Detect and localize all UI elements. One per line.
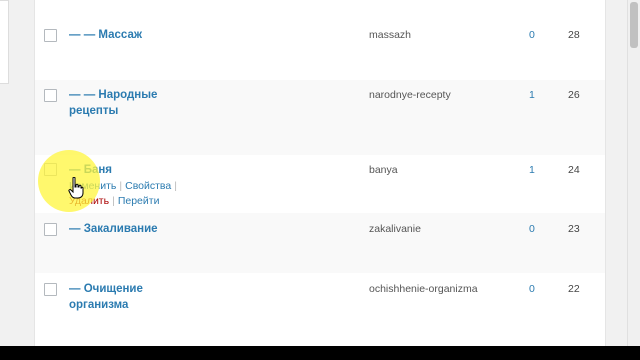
- row-checkbox[interactable]: [44, 223, 57, 236]
- categories-table: — — Массаж massazh 0 28 — — Народные рец…: [34, 0, 606, 346]
- row-checkbox[interactable]: [44, 283, 57, 296]
- category-slug: massazh: [369, 29, 412, 41]
- category-count-link[interactable]: 1: [529, 163, 535, 177]
- table-row: — Закаливание zakalivanie 0 23: [35, 213, 605, 273]
- category-id: 26: [568, 89, 580, 101]
- category-count-link[interactable]: 0: [529, 28, 535, 42]
- category-name-link[interactable]: — — Народные рецепты: [69, 87, 179, 119]
- vertical-scrollbar[interactable]: [627, 0, 640, 346]
- category-slug: banya: [369, 164, 398, 176]
- table-row: — Очищение организма ochishhenie-organiz…: [35, 273, 605, 346]
- view-link[interactable]: Перейти: [118, 195, 160, 207]
- category-id: 24: [568, 164, 580, 176]
- category-slug: zakalivanie: [369, 223, 421, 235]
- category-slug: narodnye-recepty: [369, 89, 451, 101]
- table-row: — Баня Изменить|Свойства| Удалить|Перейт…: [35, 155, 605, 213]
- category-count-link[interactable]: 0: [529, 282, 535, 296]
- category-name-link[interactable]: — Очищение организма: [69, 281, 179, 313]
- side-textarea-edge[interactable]: [0, 0, 9, 84]
- scrollbar-thumb[interactable]: [630, 2, 638, 48]
- row-checkbox[interactable]: [44, 89, 57, 102]
- bottom-bar: [0, 346, 640, 360]
- table-row: — — Массаж massazh 0 28: [35, 0, 605, 80]
- quick-edit-link[interactable]: Свойства: [125, 180, 171, 192]
- category-slug: ochishhenie-organizma: [369, 283, 478, 295]
- separator: |: [112, 195, 115, 207]
- row-checkbox[interactable]: [44, 29, 57, 42]
- table-row: — — Народные рецепты narodnye-recepty 1 …: [35, 80, 605, 155]
- category-count-link[interactable]: 0: [529, 222, 535, 236]
- separator: |: [174, 180, 177, 192]
- category-id: 28: [568, 29, 580, 41]
- separator: |: [119, 180, 123, 192]
- category-id: 23: [568, 223, 580, 235]
- category-count-link[interactable]: 1: [529, 88, 535, 102]
- category-id: 22: [568, 283, 580, 295]
- hand-cursor-icon: [68, 177, 84, 199]
- category-name-link[interactable]: — Закаливание: [69, 221, 179, 237]
- category-name-link[interactable]: — — Массаж: [69, 27, 179, 43]
